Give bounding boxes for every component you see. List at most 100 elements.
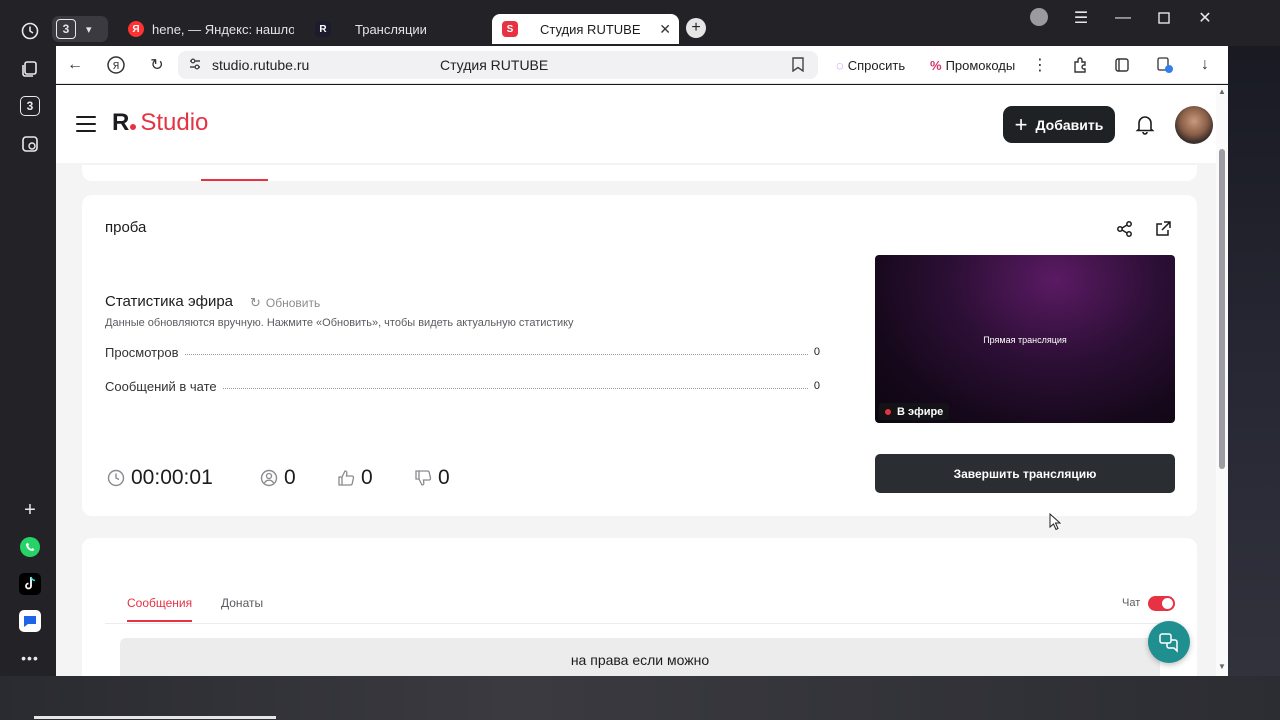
navigation-bar: ← Я ↻ studio.rutube.ru Студия RUTUBE ◌ С… bbox=[56, 46, 1228, 84]
stream-preview[interactable]: Прямая трансляция В эфире bbox=[875, 255, 1175, 423]
promo-button[interactable]: % Промокоды bbox=[930, 54, 1015, 76]
page-content: R Studio + Добавить проба Статистика эфи… bbox=[56, 85, 1228, 676]
refresh-icon: ↻ bbox=[250, 295, 261, 310]
url-text: studio.rutube.ru bbox=[212, 57, 310, 73]
tab-group-counter[interactable]: 3 ▾ bbox=[52, 16, 108, 42]
chat-message: на права если можно bbox=[120, 638, 1160, 676]
user-avatar[interactable] bbox=[1175, 106, 1213, 144]
minimize-icon[interactable]: — bbox=[1113, 8, 1133, 28]
active-tab-underline bbox=[201, 179, 268, 181]
promo-label: Промокоды bbox=[945, 57, 1016, 73]
logo-r: R bbox=[112, 109, 130, 136]
likes-value: 0 bbox=[361, 466, 373, 489]
live-label: В эфире bbox=[897, 405, 944, 418]
studio-header: R Studio + Добавить bbox=[56, 85, 1216, 163]
chat-toggle[interactable] bbox=[1148, 596, 1175, 611]
profile-icon[interactable] bbox=[1030, 8, 1048, 26]
hamburger-menu-icon[interactable] bbox=[76, 116, 96, 132]
stats-description: Данные обновляются вручную. Нажмите «Обн… bbox=[105, 317, 574, 329]
new-tab-button[interactable]: + bbox=[686, 18, 706, 38]
active-tab-underline bbox=[127, 620, 193, 622]
scroll-up-icon[interactable]: ▲ bbox=[1218, 87, 1226, 96]
collections-toolbar-icon[interactable] bbox=[1111, 54, 1133, 76]
chat-message-text: на права если можно bbox=[570, 652, 710, 668]
percent-icon: % bbox=[930, 57, 942, 73]
tiktok-icon[interactable] bbox=[18, 572, 42, 596]
tab-donations[interactable]: Донаты bbox=[221, 596, 263, 610]
history-icon[interactable] bbox=[18, 19, 42, 43]
stat-row-chat-messages: Сообщений в чате 0 bbox=[105, 377, 820, 395]
studio-logo[interactable]: R Studio bbox=[112, 109, 208, 144]
external-link-icon[interactable] bbox=[1154, 220, 1172, 238]
logo-studio: Studio bbox=[140, 109, 209, 136]
more-vertical-icon[interactable]: ⋮ bbox=[1029, 54, 1051, 76]
browser-sidebar: 3 + ••• bbox=[0, 0, 56, 676]
add-button[interactable]: + Добавить bbox=[1003, 106, 1115, 143]
page-scrollbar[interactable]: ▲ ▼ bbox=[1216, 85, 1228, 676]
thumbs-up-icon bbox=[338, 470, 355, 486]
studio-icon: S bbox=[502, 21, 518, 37]
tab-messages-label: Сообщения bbox=[127, 596, 193, 610]
end-stream-button[interactable]: Завершить трансляцию bbox=[875, 454, 1175, 493]
preview-text: Прямая трансляция bbox=[983, 335, 1067, 345]
reload-icon[interactable]: ↻ bbox=[146, 54, 168, 76]
bookmark-icon[interactable] bbox=[792, 57, 804, 77]
thumbs-down-icon bbox=[415, 470, 432, 486]
desktop-wallpaper-bottom bbox=[0, 676, 1280, 720]
ask-label: Спросить bbox=[847, 57, 906, 73]
chat-toggle-label: Чат bbox=[1122, 597, 1141, 609]
tabs-divider bbox=[105, 623, 1174, 624]
maximize-icon[interactable] bbox=[1154, 8, 1174, 28]
chat-bubbles-icon bbox=[1159, 633, 1178, 653]
tab-broadcasts[interactable]: R Трансляции bbox=[315, 14, 427, 44]
extensions-icon[interactable] bbox=[1070, 54, 1092, 76]
stat-label: Просмотров bbox=[105, 344, 179, 360]
dislikes-value: 0 bbox=[438, 466, 450, 489]
chat-card: Сообщения Донаты Чат на права если можно bbox=[82, 538, 1197, 676]
user-icon bbox=[260, 469, 278, 487]
tab-yandex[interactable]: Я hene, — Яндекс: нашлось bbox=[128, 14, 294, 44]
stat-label: Сообщений в чате bbox=[105, 378, 217, 394]
likes-metric: 0 bbox=[337, 466, 373, 490]
messenger-icon[interactable] bbox=[18, 609, 42, 633]
site-info-icon[interactable] bbox=[188, 57, 202, 76]
add-panel-icon[interactable]: + bbox=[18, 498, 42, 522]
clock-icon bbox=[107, 469, 125, 487]
translate-icon[interactable] bbox=[1154, 54, 1176, 76]
back-icon[interactable]: ← bbox=[64, 54, 86, 76]
refresh-button[interactable]: ↻ Обновить bbox=[250, 295, 320, 311]
logo-dot bbox=[130, 124, 137, 130]
download-icon[interactable]: ↓ bbox=[1194, 54, 1216, 76]
stats-heading: Статистика эфира bbox=[105, 293, 234, 310]
close-tab-icon[interactable]: ✕ bbox=[659, 21, 671, 38]
dislikes-metric: 0 bbox=[414, 466, 450, 490]
desktop-wallpaper-right bbox=[1228, 46, 1280, 676]
add-button-label: Добавить bbox=[1035, 116, 1104, 133]
share-icon[interactable] bbox=[1116, 220, 1134, 238]
top-tabs-strip bbox=[82, 165, 1197, 181]
stream-title: проба bbox=[105, 219, 147, 236]
more-icon[interactable]: ••• bbox=[18, 646, 42, 670]
yandex-home-icon[interactable]: Я bbox=[105, 54, 127, 76]
collections-icon[interactable] bbox=[18, 57, 42, 81]
close-window-icon[interactable]: ✕ bbox=[1195, 8, 1215, 28]
page-title-text: Студия RUTUBE bbox=[440, 57, 549, 73]
tabs-counter-icon[interactable]: 3 bbox=[20, 96, 40, 116]
screenshot-icon[interactable] bbox=[18, 132, 42, 156]
ask-button[interactable]: ◌ Спросить bbox=[836, 54, 905, 76]
whatsapp-icon[interactable] bbox=[18, 535, 42, 559]
mouse-cursor-icon bbox=[1049, 513, 1061, 531]
address-bar[interactable]: studio.rutube.ru Студия RUTUBE bbox=[178, 51, 818, 79]
ask-icon: ◌ bbox=[836, 57, 844, 73]
scroll-down-icon[interactable]: ▼ bbox=[1218, 662, 1226, 671]
menu-icon[interactable]: ☰ bbox=[1071, 8, 1091, 28]
support-chat-button[interactable] bbox=[1148, 621, 1190, 663]
scrollbar-thumb[interactable] bbox=[1219, 149, 1225, 469]
stream-card: проба Статистика эфира ↻ Обновить Данные… bbox=[82, 195, 1197, 516]
live-badge: В эфире bbox=[879, 403, 950, 420]
notifications-bell-icon[interactable] bbox=[1134, 113, 1156, 135]
dotted-leader bbox=[184, 353, 808, 355]
yandex-icon: Я bbox=[128, 21, 144, 37]
tab-studio[interactable]: S Студия RUTUBE ✕ bbox=[492, 14, 679, 44]
tab-messages[interactable]: Сообщения bbox=[127, 596, 193, 622]
